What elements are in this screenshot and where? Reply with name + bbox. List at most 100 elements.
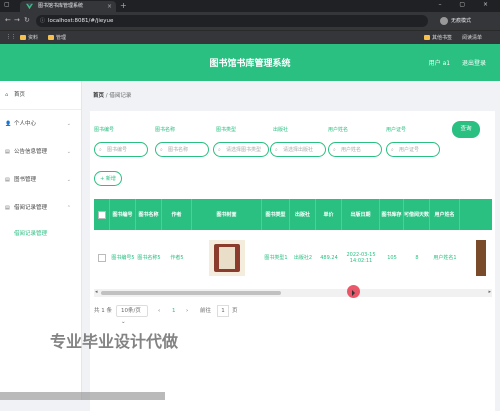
cell-author: 作者5 (170, 255, 184, 261)
chevron-down-icon: ⌄ (66, 177, 71, 183)
user-info: 用户 a1 退出登录 (419, 58, 486, 67)
browser-tab[interactable]: 图书馆书库管理系统 × (20, 1, 116, 12)
user-photo (476, 239, 486, 276)
forward-icon[interactable]: → (14, 16, 20, 24)
search-icon: ⌕ (99, 147, 102, 153)
cell-book-name: 图书名称5 (137, 255, 161, 261)
cell-user-name: 用户姓名1 (433, 255, 457, 261)
row-select-cell[interactable] (94, 230, 110, 285)
user-card-input[interactable]: ⌕ 用户证号 (386, 142, 440, 157)
next-page-icon[interactable]: › (186, 305, 188, 317)
window-controls[interactable]: – ▢ × (438, 1, 496, 8)
browser-chrome: ▢ 图书馆书库管理系统 × + – ▢ × ← → ↻ ⓘ localhost:… (0, 0, 500, 44)
sidebar-item-records[interactable]: ▤ 借阅记录管理 ⌃ (0, 194, 81, 222)
cell-days: 8 (415, 254, 419, 261)
th-stock: 图书库存 (380, 199, 404, 230)
breadcrumb-home[interactable]: 首页 (93, 93, 104, 99)
url-field[interactable]: ⓘ localhost:8081/#/jieyue (36, 15, 428, 27)
bookmark-folder-2[interactable]: 管理 (48, 34, 66, 41)
breadcrumb-separator: / (105, 93, 108, 99)
book-type-select[interactable]: ⌕ 请选择图书类型 (213, 142, 269, 157)
chevron-up-icon: ⌃ (66, 205, 71, 211)
prev-page-icon[interactable]: ‹ (158, 305, 160, 317)
checkbox[interactable] (97, 210, 106, 219)
search-icon: ⌕ (160, 147, 163, 153)
app-header: 图书馆书库管理系统 用户 a1 退出登录 (0, 44, 500, 81)
table-horizontal-scrollbar[interactable]: ◂ ▸ (94, 289, 492, 297)
th-book-no: 图书编号 (110, 199, 136, 230)
sidebar-item-books[interactable]: ▤ 图书管理 ⌄ (0, 166, 81, 194)
profile-label: 无痕模式 (451, 18, 472, 24)
breadcrumb: 首页 / 借阅记录 (93, 91, 131, 99)
url-text: localhost:8081/#/jieyue (48, 18, 114, 24)
breadcrumb-current: 借阅记录 (109, 93, 132, 99)
logout-link[interactable]: 退出登录 (462, 60, 486, 67)
page-number-current[interactable]: 1 (172, 305, 176, 317)
new-tab-button[interactable]: + (120, 1, 127, 10)
cell-book-type: 图书类型1 (264, 255, 288, 261)
status-bar (0, 392, 165, 400)
cell-pub-date: 2022-03-15 14:02:11 (346, 251, 376, 264)
window-menu-icon[interactable]: ▢ (4, 1, 14, 11)
book-name-input[interactable]: ⌕ 图书名称 (155, 142, 209, 157)
tab-bar: ▢ 图书馆书库管理系统 × + – ▢ × (0, 0, 500, 12)
user-name-input[interactable]: ⌕ 用户姓名 (328, 142, 382, 157)
user-icon: 👤 (5, 121, 12, 127)
add-button[interactable]: + 新增 (94, 171, 122, 186)
chevron-down-icon: ⌄ (66, 121, 71, 127)
bookmarks-bar: ⋮⋮ 资料 管理 其他书签 阅读清单 (0, 30, 500, 44)
filter-label-book-name: 图书名称 (155, 127, 176, 133)
th-days: 可借阅天数 (404, 199, 430, 230)
book-icon (214, 243, 240, 272)
back-icon[interactable]: ← (5, 16, 11, 24)
scrollbar-thumb[interactable] (101, 291, 281, 295)
filter-label-publisher: 出版社 (273, 127, 289, 133)
publisher-select[interactable]: ⌕ 请选择出版社 (270, 142, 326, 157)
search-icon: ⌕ (218, 147, 221, 153)
tab-close-icon[interactable]: × (107, 1, 112, 12)
apps-icon[interactable]: ⋮⋮ (6, 34, 16, 40)
bookmark-reading-list[interactable]: 阅读清单 (462, 34, 482, 41)
cell-price: 489.24 (320, 254, 338, 261)
sidebar-item-home[interactable]: ⌂ 首页 (0, 81, 81, 110)
sidebar-subitem-records[interactable]: 借阅记录管理 (0, 222, 81, 246)
scroll-left-icon[interactable]: ◂ (95, 289, 98, 295)
select-all-checkbox[interactable] (94, 199, 110, 230)
search-icon: ⌕ (391, 147, 394, 153)
total-count: 共 1 条 (94, 308, 112, 314)
th-book-name: 图书名称 (136, 199, 162, 230)
table-row[interactable]: 图书编号5 图书名称5 作者5 图书类型1 出版社2 489.24 2022-0… (94, 230, 492, 285)
cell-book-no: 图书编号5 (111, 255, 135, 261)
mouse-cursor-highlight (347, 285, 360, 298)
book-icon: ▤ (5, 177, 10, 183)
book-cover-image (209, 239, 245, 276)
filter-label-book-no: 图书编号 (94, 127, 115, 133)
th-author: 作者 (162, 199, 192, 230)
th-book-type: 图书类型 (262, 199, 290, 230)
bookmark-folder-1[interactable]: 资料 (20, 34, 38, 41)
reload-icon[interactable]: ↻ (24, 16, 30, 24)
th-publisher: 出版社 (290, 199, 316, 230)
th-user-name: 用户姓名 (430, 199, 460, 230)
goto-page-input[interactable]: 1 (217, 305, 229, 317)
tab-title: 图书馆书库管理系统 (38, 3, 84, 9)
cell-stock: 105 (387, 254, 397, 261)
checkbox[interactable] (98, 253, 106, 262)
sidebar-item-profile[interactable]: 👤 个人中心 ⌄ (0, 110, 81, 138)
book-no-input[interactable]: ⌕ 图书编号 (94, 142, 148, 157)
page-size-select[interactable]: 10条/页 ⌄ (116, 305, 148, 325)
scroll-right-icon[interactable]: ▸ (488, 289, 491, 295)
sidebar-item-notices[interactable]: ▤ 公告信息管理 ⌄ (0, 138, 81, 166)
records-table: 图书编号 图书名称 作者 图书封面 图书类型 出版社 单价 出版日期 图书库存 … (94, 199, 492, 289)
incognito-icon (440, 16, 448, 25)
th-extra (460, 199, 492, 230)
th-pub-date: 出版日期 (342, 199, 380, 230)
bookmark-other[interactable]: 其他书签 (424, 34, 452, 41)
query-button[interactable]: 查询 (452, 121, 480, 138)
folder-icon (48, 35, 54, 40)
address-bar-row: ← → ↻ ⓘ localhost:8081/#/jieyue (0, 12, 500, 30)
goto-label: 前往 (200, 308, 212, 314)
profile-button[interactable]: 无痕模式 (440, 15, 471, 27)
filter-label-user-name: 用户姓名 (328, 127, 349, 133)
watermark-text: 专业毕业设计代做 (50, 332, 179, 351)
